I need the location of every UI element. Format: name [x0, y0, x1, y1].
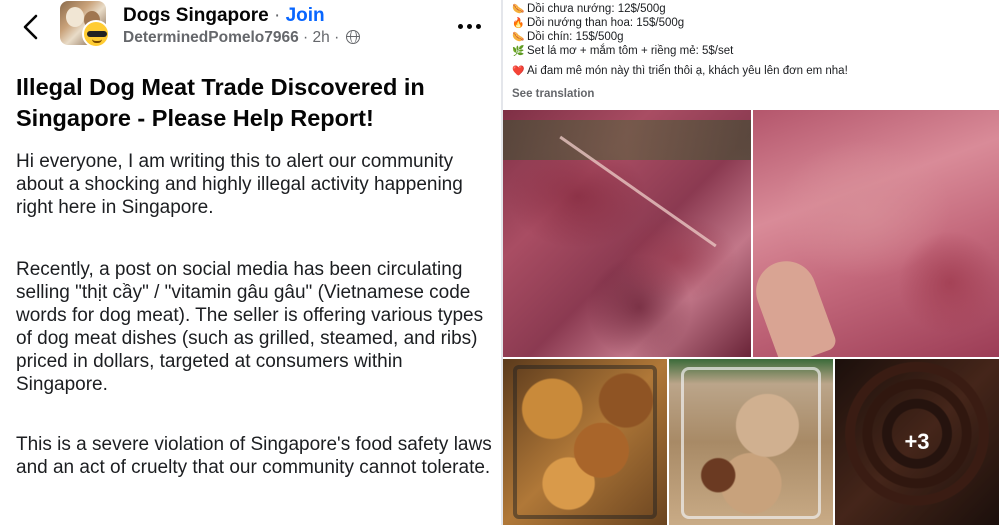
post-title: Illegal Dog Meat Trade Discovered in Sin… — [16, 74, 425, 131]
post-paragraph: Hi everyone, I am writing this to alert … — [16, 151, 463, 218]
globe-icon — [345, 30, 360, 44]
post-meta: DeterminedPomelo7966 · 2h · — [123, 29, 360, 47]
group-name[interactable]: Dogs Singapore — [123, 5, 269, 26]
menu-item-text: Dồi chín: 15$/500g — [527, 31, 624, 43]
group-header: Dogs Singapore · Join — [123, 5, 325, 27]
closing-line: ❤️ Ai đam mê món này thì triển thôi ạ, kh… — [512, 64, 848, 79]
separator: · — [268, 5, 286, 26]
menu-item-text: Set lá mơ + mắm tôm + riềng mẻ: 5$/set — [527, 45, 734, 57]
photo-steamed-dish[interactable] — [669, 359, 833, 525]
menu-item: 🌭 Dồi chín: 15$/500g — [512, 30, 624, 45]
post-paragraph: This is a severe violation of Singapore'… — [16, 434, 492, 478]
dot-icon — [457, 23, 463, 29]
closing-text: Ai đam mê món này thì triển thôi ạ, khác… — [527, 65, 848, 77]
photo-raw-meat-2[interactable] — [753, 110, 999, 357]
menu-item-text: Dồi nướng than hoa: 15$/500g — [527, 17, 685, 29]
photo-grilled-dish[interactable] — [503, 359, 667, 525]
join-button[interactable]: Join — [286, 5, 325, 26]
dot-icon — [466, 23, 472, 29]
sausage-icon: 🌭 — [512, 32, 525, 43]
dot-icon — [475, 23, 481, 29]
post-panel: Dogs Singapore · Join DeterminedPomelo79… — [0, 0, 501, 525]
menu-item: 🔥 Dồi nướng than hoa: 15$/500g — [512, 16, 684, 31]
group-avatar[interactable] — [60, 1, 110, 48]
post-time: · 2h · — [298, 29, 344, 46]
menu-item-text: Dồi chưa nướng: 12$/500g — [527, 3, 666, 15]
fire-icon: 🔥 — [512, 18, 525, 29]
menu-item: 🌿 Set lá mơ + mắm tôm + riềng mẻ: 5$/set — [512, 44, 733, 59]
embedded-post-screenshot: 🌭 Dồi chưa nướng: 12$/500g 🔥 Dồi nướng tha… — [503, 0, 999, 525]
author-name[interactable]: DeterminedPomelo7966 — [123, 29, 299, 46]
post-paragraph: Recently, a post on social media has bee… — [16, 259, 484, 395]
photo-raw-meat-1[interactable] — [503, 110, 751, 357]
more-photos-count: +3 — [904, 429, 930, 454]
sausage-icon: 🌭 — [512, 4, 525, 15]
heart-icon: ❤️ — [512, 66, 525, 77]
back-arrow-icon[interactable] — [18, 12, 44, 42]
menu-item: 🌭 Dồi chưa nướng: 12$/500g — [512, 2, 666, 17]
photo-sausage-more[interactable]: +3 — [835, 359, 999, 525]
sunglasses-emoji-icon — [82, 20, 110, 48]
see-translation-link[interactable]: See translation — [512, 88, 594, 100]
herb-icon: 🌿 — [512, 46, 525, 57]
more-options-button[interactable] — [455, 16, 483, 36]
